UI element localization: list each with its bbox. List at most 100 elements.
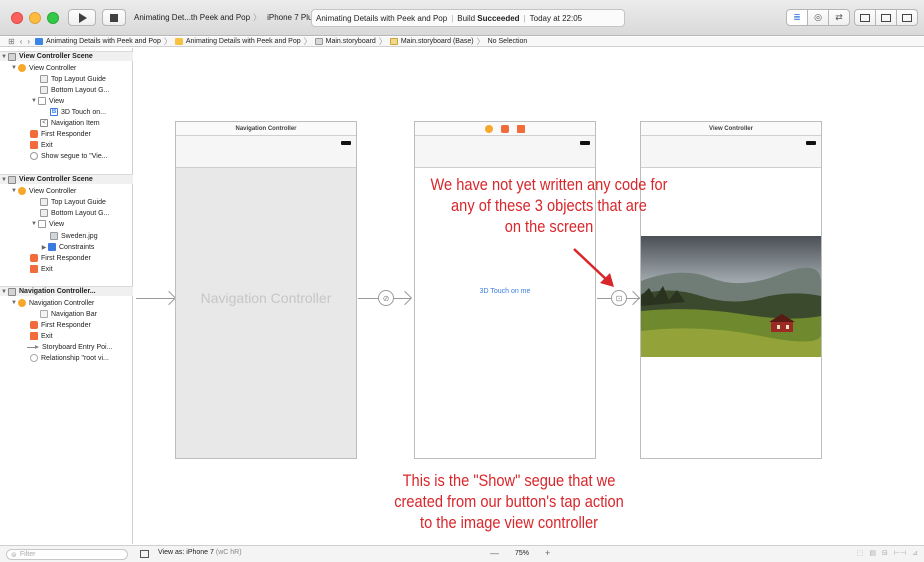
scene-icon (8, 287, 16, 296)
zoom-out-button[interactable]: — (490, 548, 499, 558)
outline-item[interactable]: Exit (0, 264, 133, 274)
outline-item[interactable]: < Navigation Item (0, 118, 133, 128)
annotation-line: We have not yet written any code for (430, 175, 668, 194)
panel-toggle-group (854, 9, 918, 26)
disclosure-triangle-icon[interactable]: ▼ (0, 177, 8, 183)
outline-label: View (49, 220, 65, 228)
outline-filter-field[interactable]: ⊜ Filter (6, 549, 128, 560)
view-controller-icon[interactable] (485, 124, 493, 133)
close-window-button[interactable] (11, 12, 23, 24)
storyboard-canvas[interactable]: Navigation Controller Navigation Control… (134, 48, 924, 544)
outline-item[interactable]: ▶ Constraints (0, 242, 133, 252)
outline-scene-view-controller-2[interactable]: ▼ View Controller Scene (0, 174, 133, 184)
storyboard-base-icon (389, 38, 398, 45)
outline-item[interactable]: Bottom Layout G... (0, 85, 133, 95)
standard-editor-button[interactable]: ≣ (786, 9, 808, 26)
outline-item[interactable]: B 3D Touch on... (0, 107, 133, 117)
jump-item-storyboard-base[interactable]: Main.storyboard (Base) (401, 38, 474, 45)
assistant-editor-button[interactable]: ◎ (807, 9, 829, 26)
navigation-controller-body (176, 168, 356, 458)
outline-item[interactable]: Exit (0, 140, 133, 150)
jump-item-selection[interactable]: No Selection (488, 38, 528, 45)
jump-item-group[interactable]: Animating Details with Peek and Pop (186, 38, 301, 45)
jump-bar: ⊞ ‹ › Animating Details with Peek and Po… (0, 37, 924, 47)
outline-item[interactable]: Top Layout Guide (0, 197, 133, 207)
first-responder-icon (30, 130, 38, 138)
stack-icon[interactable]: ▤ (869, 549, 876, 557)
minimize-window-button[interactable] (29, 12, 41, 24)
outline-item[interactable]: Show segue to "Vie... (0, 151, 133, 161)
disclosure-triangle-icon[interactable]: ▼ (0, 54, 8, 60)
outline-item[interactable]: First Responder (0, 320, 133, 330)
outline-item[interactable]: Top Layout Guide (0, 74, 133, 84)
outline-label: Navigation Bar (51, 310, 97, 318)
related-items-icon[interactable]: ⊞ (8, 37, 15, 46)
disclosure-triangle-icon[interactable]: ▼ (10, 300, 18, 306)
jump-item-project[interactable]: Animating Details with Peek and Pop (46, 38, 161, 45)
outline-item[interactable]: Relationship "root vi... (0, 353, 133, 363)
outline-item[interactable]: Navigation Bar (0, 309, 133, 319)
forward-arrow-icon[interactable]: › (27, 37, 30, 46)
view-controller-icon (18, 187, 26, 195)
exit-icon[interactable] (517, 124, 525, 133)
jump-item-storyboard[interactable]: Main.storyboard (326, 38, 376, 45)
zoom-level[interactable]: 75% (515, 550, 529, 557)
outline-item[interactable]: ▼ View Controller (0, 186, 133, 196)
segue-arrow-head-icon (397, 290, 413, 306)
scene-dock-icons (485, 124, 525, 133)
outline-scene-navigation-controller[interactable]: ▼ Navigation Controller... (0, 286, 133, 296)
disclosure-triangle-icon[interactable]: ▼ (10, 65, 18, 71)
outline-item[interactable]: First Responder (0, 253, 133, 263)
navigation-controller-scene[interactable]: Navigation Controller Navigation Control… (175, 121, 357, 459)
segue-arrow-head-icon (625, 290, 641, 306)
toggle-utilities-button[interactable] (896, 9, 918, 26)
toggle-outline-button[interactable] (140, 550, 149, 558)
outline-item[interactable]: ▼ View Controller (0, 63, 133, 73)
outline-label: View Controller (29, 187, 77, 195)
relationship-segue-icon[interactable]: ⊘ (378, 290, 394, 306)
editor-mode-controls: ≣ ◎ ⇄ (786, 9, 918, 26)
annotation-segue-note: This is the "Show" segue that we created… (384, 470, 633, 533)
disclosure-triangle-icon[interactable]: ▼ (30, 221, 38, 227)
disclosure-triangle-icon[interactable]: ▶ (40, 244, 48, 251)
exit-icon (30, 265, 38, 273)
outline-item[interactable]: Bottom Layout G... (0, 208, 133, 218)
outline-item[interactable]: ▼ Navigation Controller (0, 298, 133, 308)
outline-label: Storyboard Entry Poi... (42, 343, 113, 351)
toggle-debug-button[interactable] (875, 9, 897, 26)
zoom-in-button[interactable]: + (545, 548, 550, 558)
zoom-controls: — 75% + (490, 548, 550, 558)
resolve-issues-icon[interactable]: ⊿ (912, 549, 918, 557)
scheme-selector[interactable]: Animating Det...th Peek and Pop 〉 iPhone… (113, 9, 316, 26)
first-responder-icon (30, 254, 38, 262)
outline-item[interactable]: ▼ View (0, 96, 133, 106)
toggle-navigator-button[interactable] (854, 9, 876, 26)
device-name: iPhone 7 Plus (267, 13, 317, 22)
align-icon[interactable]: ⊟ (882, 549, 888, 557)
chevron-right-icon: 〉 (163, 37, 172, 46)
3d-touch-button[interactable]: 3D Touch on me (415, 288, 595, 295)
outline-item[interactable]: First Responder (0, 129, 133, 139)
pin-icon[interactable]: ⊢⊣ (894, 549, 906, 557)
image-view-controller-scene[interactable]: View Controller (640, 121, 822, 459)
outline-item[interactable]: Storyboard Entry Poi... (0, 342, 133, 352)
outline-item[interactable]: Sweden.jpg (0, 231, 133, 241)
outline-item[interactable]: Exit (0, 331, 133, 341)
disclosure-triangle-icon[interactable]: ▼ (10, 188, 18, 194)
run-button[interactable] (68, 9, 96, 26)
outline-item[interactable]: ▼ View (0, 219, 133, 229)
disclosure-triangle-icon[interactable]: ▼ (30, 98, 38, 104)
back-arrow-icon[interactable]: ‹ (20, 37, 23, 46)
zoom-window-button[interactable] (47, 12, 59, 24)
right-panel-icon (902, 13, 912, 22)
outline-scene-view-controller-1[interactable]: ▼ View Controller Scene (0, 51, 133, 61)
disclosure-triangle-icon[interactable]: ▼ (0, 289, 8, 295)
editor-mode-group: ≣ ◎ ⇄ (786, 9, 850, 26)
first-responder-icon[interactable] (501, 124, 509, 133)
button-view-controller-scene[interactable]: 3D Touch on me (414, 121, 596, 459)
view-as-selector[interactable]: View as: iPhone 7 (wC hR) (158, 549, 242, 556)
activity-viewer: Animating Details with Peek and Pop | Bu… (311, 9, 625, 27)
version-editor-button[interactable]: ⇄ (828, 9, 850, 26)
update-frames-icon[interactable]: ⬚ (857, 549, 864, 557)
navigation-bar (415, 136, 595, 168)
